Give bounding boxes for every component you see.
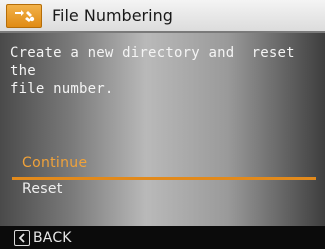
back-button-label[interactable]: BACK — [33, 230, 72, 246]
back-arrow-icon[interactable] — [14, 229, 30, 246]
title-bar: File Numbering — [0, 0, 325, 33]
selection-highlight-bar — [12, 177, 316, 180]
footer-bar: BACK — [0, 226, 325, 249]
settings-menu-badge — [6, 3, 42, 28]
option-continue[interactable]: Continue — [22, 155, 87, 171]
page-title: File Numbering — [52, 6, 173, 25]
camera-settings-screen: File Numbering Create a new directory an… — [0, 0, 325, 249]
option-reset[interactable]: Reset — [22, 181, 63, 197]
wrench-menu-icon — [15, 9, 35, 22]
dialog-message: Create a new directory and reset the fil… — [10, 45, 295, 97]
